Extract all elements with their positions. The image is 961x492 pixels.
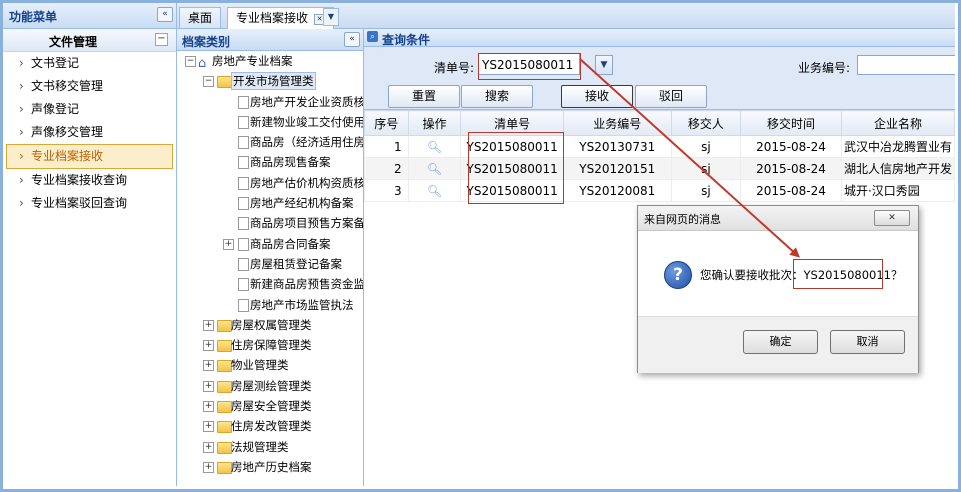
dialog-batch-highlight-box bbox=[793, 259, 883, 289]
annotation-arrow bbox=[579, 58, 800, 258]
